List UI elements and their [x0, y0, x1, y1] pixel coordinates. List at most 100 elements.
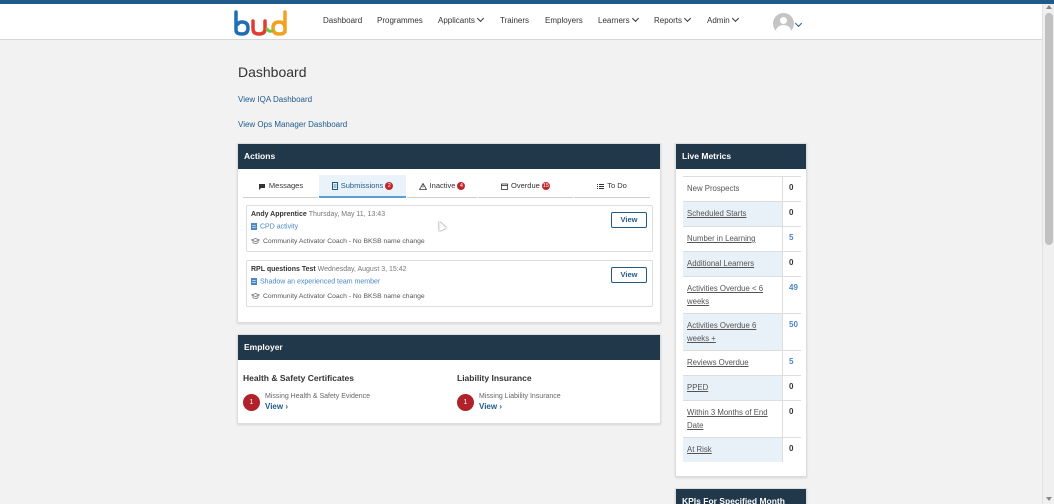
chevron-down-icon — [683, 14, 692, 23]
submission-programme-label: Community Activator Coach - No BKSB name… — [263, 293, 425, 300]
tab-inactive[interactable]: Inactive 4 — [407, 175, 477, 198]
scrollbar-thumb[interactable] — [1045, 13, 1053, 245]
health-safety-count-badge: 1 — [243, 394, 260, 411]
calendar-icon — [501, 183, 508, 190]
submissions-count-badge: 2 — [385, 182, 394, 191]
nav-dashboard[interactable]: Dashboard — [323, 16, 362, 25]
view-ops-manager-dashboard-link[interactable]: View Ops Manager Dashboard — [238, 120, 347, 129]
liability-insurance-view-link[interactable]: View › — [479, 402, 502, 411]
metric-value: 0 — [782, 400, 801, 437]
chevron-down-icon — [476, 14, 484, 23]
scroll-down-arrow-icon[interactable] — [1046, 497, 1052, 501]
health-safety-missing-text: Missing Health & Safety Evidence — [265, 393, 371, 400]
user-avatar-icon[interactable] — [773, 13, 794, 34]
metric-at-risk[interactable]: At Risk — [683, 437, 782, 462]
submission-activity[interactable]: CPD activity — [251, 223, 298, 230]
tab-to-do-label: To Do — [607, 181, 627, 190]
liability-insurance-missing-text: Missing Liability Insurance — [479, 393, 561, 400]
metric-within-3-months-of-end-date[interactable]: Within 3 Months of End Date — [683, 400, 782, 437]
metric-scheduled-starts[interactable]: Scheduled Starts — [683, 201, 782, 226]
top-navbar: Dashboard Programmes Applicants Trainers… — [0, 4, 1042, 40]
overdue-count-badge: 15 — [541, 182, 550, 191]
metric-activities-overdue-6-weeks-plus[interactable]: Activities Overdue 6 weeks + — [683, 313, 782, 350]
file-icon — [251, 278, 257, 285]
metric-activities-overdue-lt-6-weeks[interactable]: Activities Overdue < 6 weeks — [683, 276, 782, 313]
metric-reviews-overdue[interactable]: Reviews Overdue — [683, 350, 782, 375]
nav-applicants[interactable]: Applicants — [438, 14, 484, 25]
list-icon — [597, 183, 605, 189]
file-icon — [331, 182, 338, 191]
nav-admin-label: Admin — [707, 16, 730, 25]
health-safety-view-link[interactable]: View › — [265, 402, 288, 411]
health-safety-view-label: View — [265, 402, 284, 411]
submission-programme: Community Activator Coach - No BKSB name… — [251, 293, 425, 300]
metric-pped[interactable]: PPED — [683, 375, 782, 400]
kpis-panel-title: KPIs For Specified Month — [676, 489, 806, 504]
metric-value: 0 — [782, 176, 801, 201]
nav-reports-label: Reports — [654, 16, 683, 25]
tab-submissions-label: Submissions — [340, 181, 384, 190]
view-submission-button[interactable]: View — [611, 267, 647, 283]
warning-icon — [418, 182, 427, 190]
metric-value: 0 — [782, 375, 801, 400]
tab-messages-label: Messages — [268, 181, 304, 190]
nav-trainers[interactable]: Trainers — [500, 16, 529, 25]
tab-overdue[interactable]: Overdue 15 — [478, 175, 573, 198]
tab-to-do[interactable]: To Do — [574, 175, 650, 198]
health-safety-heading: Health & Safety Certificates — [243, 373, 355, 383]
submission-activity[interactable]: Shadow an experienced team member — [251, 278, 380, 285]
tab-messages[interactable]: Messages — [243, 175, 318, 198]
metric-number-in-learning[interactable]: Number in Learning — [683, 226, 782, 251]
submission-learner-name: Andy Apprentice — [251, 211, 307, 218]
submission-programme-label: Community Activator Coach - No BKSB name… — [263, 238, 425, 245]
nav-admin[interactable]: Admin — [707, 14, 739, 25]
page-scrollbar[interactable] — [1042, 4, 1054, 504]
live-metrics-title: Live Metrics — [676, 144, 806, 169]
submission-timestamp: Wednesday, August 3, 15:42 — [317, 266, 407, 273]
tab-submissions[interactable]: Submissions 2 — [319, 175, 406, 198]
kpis-panel: KPIs For Specified Month — [675, 488, 807, 504]
page-title: Dashboard — [238, 64, 307, 80]
submission-item: Andy Apprentice Thursday, May 11, 13:43 … — [246, 205, 653, 252]
nav-employers[interactable]: Employers — [545, 16, 583, 25]
nav-programmes[interactable]: Programmes — [377, 16, 423, 25]
submission-programme: Community Activator Coach - No BKSB name… — [251, 238, 425, 245]
actions-panel-title: Actions — [238, 144, 660, 169]
metric-value[interactable]: 49 — [782, 276, 801, 313]
liability-insurance-heading: Liability Insurance — [457, 373, 532, 383]
chevron-right-icon: › — [499, 402, 502, 411]
actions-tabs: Messages Submissions 2 Inactive 4 Overdue 1… — [243, 175, 650, 198]
view-submission-button[interactable]: View — [611, 212, 647, 228]
bud-logo[interactable] — [233, 10, 291, 36]
metric-value: 0 — [782, 437, 801, 462]
metric-value[interactable]: 5 — [782, 350, 801, 375]
metric-additional-learners[interactable]: Additional Learners — [683, 251, 782, 276]
nav-applicants-label: Applicants — [438, 16, 475, 25]
submission-activity-label: Shadow an experienced team member — [260, 278, 381, 286]
inactive-count-badge: 4 — [457, 182, 466, 191]
chevron-down-icon[interactable] — [794, 19, 803, 28]
chevron-down-icon — [631, 14, 639, 23]
nav-reports[interactable]: Reports — [654, 14, 692, 25]
submission-timestamp: Thursday, May 11, 13:43 — [308, 211, 386, 218]
liability-insurance-view-label: View — [479, 402, 498, 411]
comment-icon — [258, 183, 265, 190]
submission-item: RPL questions Test Wednesday, August 3, … — [246, 260, 653, 307]
live-metrics-panel: Live Metrics New Prospects 0 Scheduled S… — [675, 143, 807, 477]
metric-new-prospects: New Prospects — [683, 176, 782, 201]
file-icon — [251, 223, 257, 230]
tab-inactive-label: Inactive — [429, 181, 456, 190]
view-iqa-dashboard-link[interactable]: View IQA Dashboard — [238, 95, 312, 104]
chevron-down-icon — [731, 14, 739, 23]
graduation-cap-icon — [251, 293, 260, 299]
submission-activity-label: CPD activity — [260, 223, 299, 231]
metric-value[interactable]: 50 — [782, 313, 801, 350]
nav-learners[interactable]: Learners — [598, 14, 639, 25]
chevron-right-icon: › — [285, 402, 288, 411]
submission-learner-name: RPL questions Test — [251, 266, 316, 273]
employer-panel: Employer Health & Safety Certificates 1 … — [237, 334, 661, 424]
scroll-up-arrow-icon[interactable] — [1046, 5, 1052, 9]
metric-value[interactable]: 5 — [782, 226, 801, 251]
tab-overdue-label: Overdue — [511, 181, 540, 190]
metric-value: 0 — [782, 201, 801, 226]
